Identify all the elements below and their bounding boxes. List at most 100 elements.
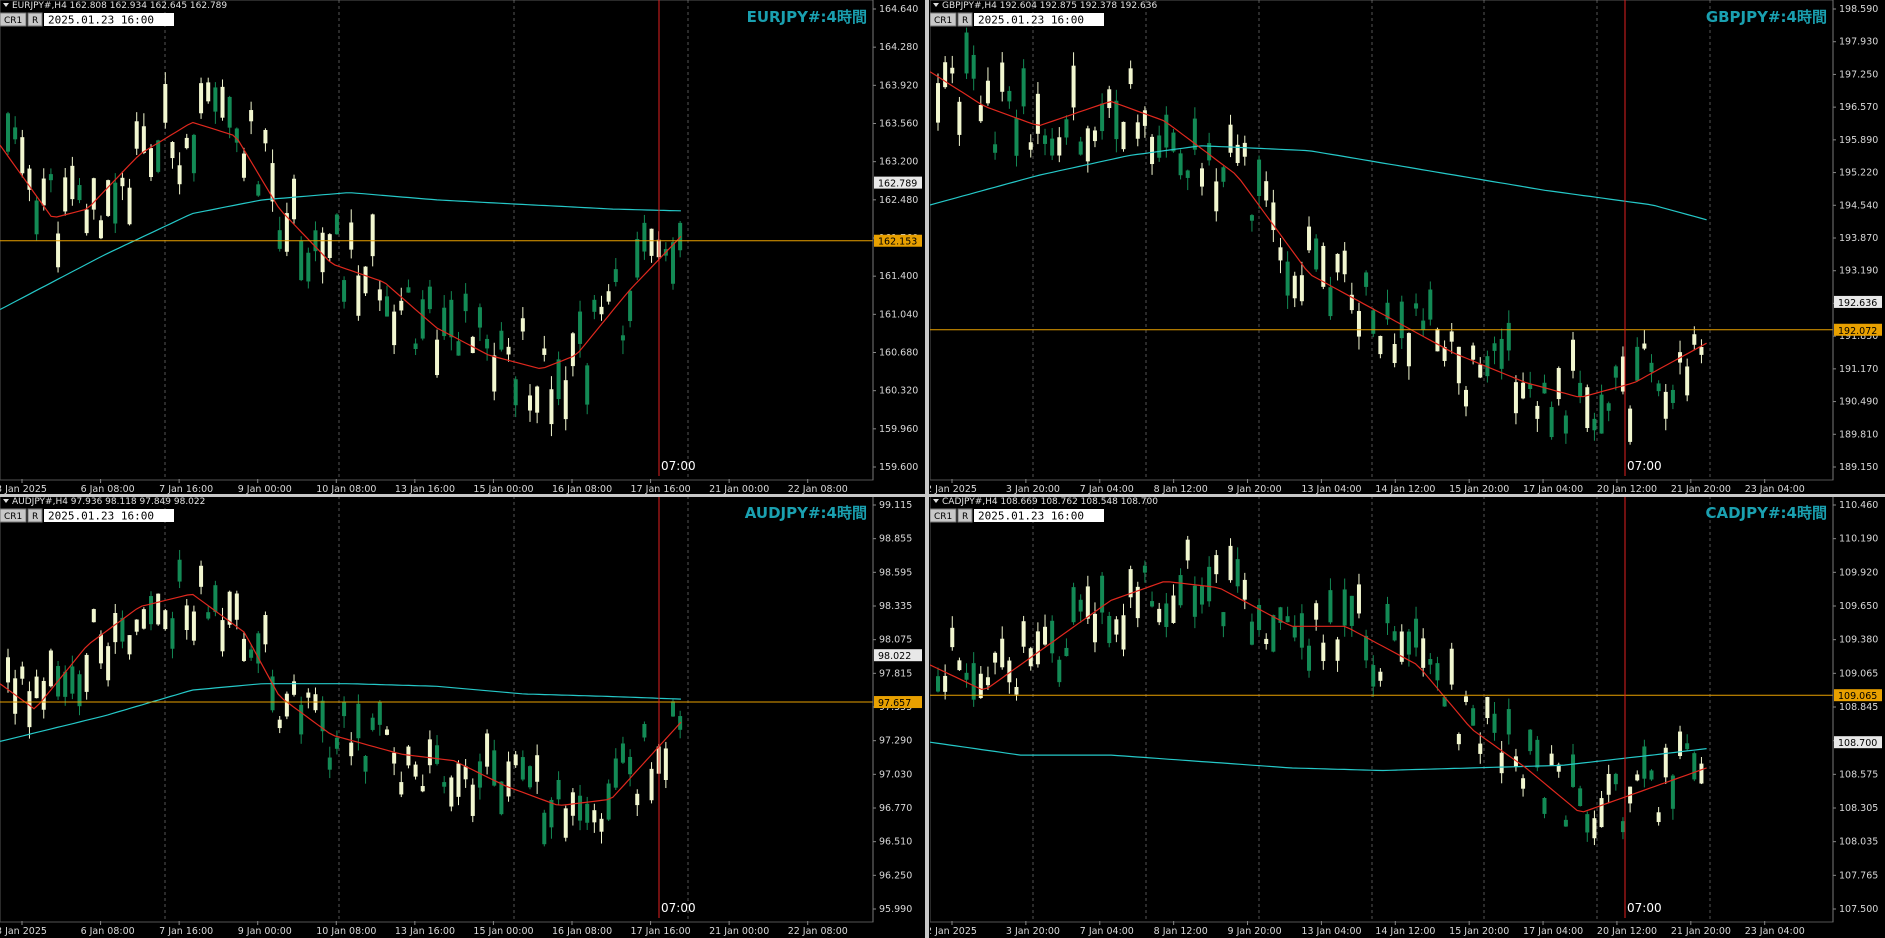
chart-cadjpy[interactable]: 07:00 110.460 110.190 109.920 109.650 109.380… xyxy=(930,496,1885,938)
time-axis-label: 20 Jan 12:00 xyxy=(1597,926,1657,937)
candle-body xyxy=(1014,118,1019,156)
candle-body xyxy=(427,739,432,766)
price-axis-label: 163.200 xyxy=(879,157,918,168)
candle-body xyxy=(1606,403,1611,411)
time-axis-label: 17 Jan 16:00 xyxy=(631,926,691,937)
candle-body xyxy=(199,565,204,587)
price-axis-label: 197.250 xyxy=(1839,69,1878,80)
candle-body xyxy=(1521,382,1526,399)
vertical-splitter[interactable] xyxy=(925,0,929,938)
time-axis-label: 9 Jan 00:00 xyxy=(238,926,292,937)
candle-body xyxy=(950,627,955,648)
candle-body xyxy=(1563,819,1568,827)
candle-body xyxy=(1107,615,1112,644)
candle-body xyxy=(1628,408,1633,442)
time-axis-label: 9 Jan 20:00 xyxy=(1228,926,1282,937)
candle-body xyxy=(384,729,389,735)
candle-body xyxy=(342,280,347,302)
candle-body xyxy=(349,742,354,757)
chart-canvas-cadjpy[interactable]: 07:00 110.460 110.190 109.920 109.650 109.380… xyxy=(930,496,1885,938)
candle-body xyxy=(1035,631,1040,665)
candle-body xyxy=(506,761,511,797)
chart-canvas-gbpjpy[interactable]: 07:00 198.590 197.930 197.250 196.570 195.890… xyxy=(930,0,1885,496)
candle-body xyxy=(177,559,182,582)
candle-body xyxy=(184,605,189,631)
candle-body xyxy=(1449,648,1454,685)
chart-eurjpy[interactable]: 07:00 164.640 164.280 163.920 163.560 163.200… xyxy=(0,0,925,496)
plot-frame xyxy=(930,496,1834,923)
datetime-value: 2025.01.23 16:00 xyxy=(978,510,1084,523)
candle-body xyxy=(1592,818,1597,839)
candle-body xyxy=(1264,181,1269,201)
candle-body xyxy=(1285,616,1290,623)
candle-body xyxy=(1599,394,1604,434)
horizontal-splitter[interactable] xyxy=(0,494,1885,497)
candle-body xyxy=(578,311,583,344)
candle-body xyxy=(1613,773,1618,785)
time-axis-label: 10 Jan 08:00 xyxy=(316,926,376,937)
candle-body xyxy=(241,638,246,661)
candle-body xyxy=(377,701,382,725)
candle-body xyxy=(170,618,175,649)
candle-body xyxy=(1121,121,1126,150)
price-axis-label: 196.570 xyxy=(1839,102,1878,113)
candle-body xyxy=(1563,415,1568,434)
candle-body xyxy=(485,338,490,349)
candle-body xyxy=(234,593,239,620)
candle-body xyxy=(141,126,146,153)
datetime-value: 2025.01.23 16:00 xyxy=(48,14,154,27)
chart-header-info: GBPJPY#,H4 192.604 192.875 192.378 192.6… xyxy=(942,1,1157,11)
candle-body xyxy=(1249,621,1254,645)
time-axis-label: 17 Jan 04:00 xyxy=(1523,926,1583,937)
moving-average-slow xyxy=(0,683,681,742)
candle-body xyxy=(1542,797,1547,814)
chart-canvas-audjpy[interactable]: 07:00 99.115 98.855 98.595 98.335 98.075 97.81… xyxy=(0,496,925,938)
candle-body xyxy=(392,311,397,346)
candle-body xyxy=(1528,729,1533,752)
candle-body xyxy=(1064,647,1069,657)
candle-body xyxy=(63,177,68,212)
candle-body xyxy=(1114,619,1119,635)
price-axis-label: 108.035 xyxy=(1839,837,1878,848)
price-axis-label: 189.150 xyxy=(1839,462,1878,473)
candle-body xyxy=(1000,62,1005,92)
candle-body xyxy=(334,214,339,235)
candle-body xyxy=(1585,387,1590,429)
candle-body xyxy=(1178,153,1183,176)
candle-body xyxy=(1521,778,1526,789)
candle-body xyxy=(449,299,454,338)
candle-body xyxy=(1164,603,1169,627)
candle-body xyxy=(1392,631,1397,641)
chart-gbpjpy[interactable]: 07:00 198.590 197.930 197.250 196.570 195.890… xyxy=(930,0,1885,496)
candle-body xyxy=(1578,382,1583,397)
moving-average-slow xyxy=(0,192,681,311)
moving-average-slow xyxy=(930,741,1707,772)
price-axis-label: 193.870 xyxy=(1839,233,1878,244)
candle-body xyxy=(936,83,940,123)
candle-body xyxy=(213,585,218,613)
candle-body xyxy=(113,182,118,224)
time-axis-label: 15 Jan 20:00 xyxy=(1449,926,1509,937)
candle-body xyxy=(184,137,189,149)
candle-body xyxy=(1385,603,1390,624)
candle-body xyxy=(1556,368,1561,400)
candle-body xyxy=(635,239,640,278)
candle-body xyxy=(1471,708,1476,726)
candle-body xyxy=(613,269,618,283)
price-axis-label: 108.845 xyxy=(1839,702,1878,713)
chart-audjpy[interactable]: 07:00 99.115 98.855 98.595 98.335 98.075 97.81… xyxy=(0,496,925,938)
candle-body xyxy=(1014,686,1019,695)
candle-body xyxy=(1150,136,1155,165)
candle-body xyxy=(592,299,597,312)
candle-body xyxy=(363,755,368,772)
r-button-label: R xyxy=(32,512,38,522)
candle-body xyxy=(213,87,218,112)
price-axis-label: 97.815 xyxy=(879,668,912,679)
chart-title: GBPJPY#:4時間 xyxy=(1706,8,1827,26)
candle-body xyxy=(1221,167,1226,182)
candle-body xyxy=(1635,346,1640,381)
price-axis-label: 164.280 xyxy=(879,42,918,53)
chart-canvas-eurjpy[interactable]: 07:00 164.640 164.280 163.920 163.560 163.200… xyxy=(0,0,925,496)
candle-body xyxy=(1463,389,1468,407)
candle-body xyxy=(163,84,168,123)
